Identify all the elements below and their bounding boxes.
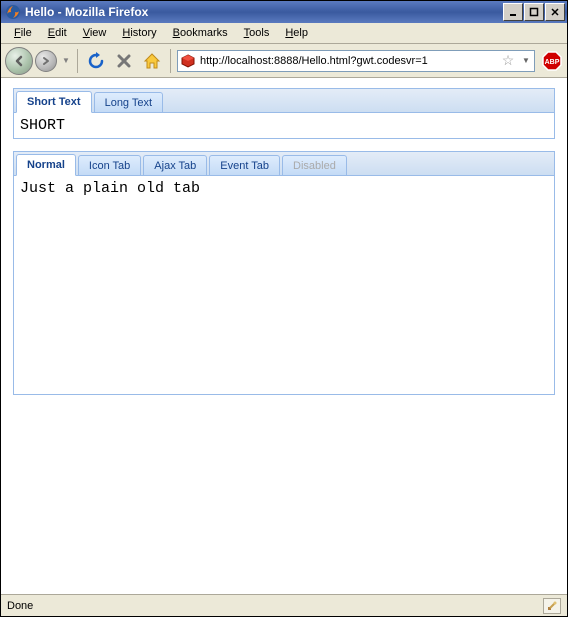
forward-button[interactable] xyxy=(35,50,57,72)
url-text[interactable]: http://localhost:8888/Hello.html?gwt.cod… xyxy=(200,55,496,67)
menubar: File Edit View History Bookmarks Tools H… xyxy=(1,23,567,44)
nav-history-dropdown[interactable]: ▼ xyxy=(61,56,71,65)
maximize-button[interactable] xyxy=(524,3,544,21)
tab-icon[interactable]: Icon Tab xyxy=(78,155,141,175)
menu-help[interactable]: Help xyxy=(278,25,315,41)
window-title: Hello - Mozilla Firefox xyxy=(25,5,502,19)
adblock-icon[interactable]: ABP xyxy=(541,50,563,72)
tab-ajax[interactable]: Ajax Tab xyxy=(143,155,207,175)
menu-history[interactable]: History xyxy=(115,25,163,41)
toolbar-divider xyxy=(77,49,78,73)
navigation-toolbar: ▼ http://localhost:8888/Hello.html?gwt.c… xyxy=(1,44,567,78)
home-button[interactable] xyxy=(140,49,164,73)
tab-long-text[interactable]: Long Text xyxy=(94,92,164,112)
svg-text:ABP: ABP xyxy=(545,59,560,66)
firefox-icon xyxy=(5,4,21,20)
statusbar: Done xyxy=(1,594,567,616)
url-dropdown-icon[interactable]: ▼ xyxy=(520,56,532,65)
status-icon[interactable] xyxy=(543,598,561,614)
toolbar-divider xyxy=(170,49,171,73)
tab-normal[interactable]: Normal xyxy=(16,154,76,176)
tab-short-text[interactable]: Short Text xyxy=(16,91,92,113)
reload-button[interactable] xyxy=(84,49,108,73)
tabstrip-1: Short Text Long Text xyxy=(13,88,555,112)
tabstrip-2: Normal Icon Tab Ajax Tab Event Tab Disab… xyxy=(13,151,555,175)
tab-event[interactable]: Event Tab xyxy=(209,155,280,175)
page-content: Short Text Long Text SHORT Normal Icon T… xyxy=(1,78,567,594)
stop-button[interactable] xyxy=(112,49,136,73)
menu-edit[interactable]: Edit xyxy=(41,25,74,41)
back-button[interactable] xyxy=(5,47,33,75)
tabpanel-1-body: SHORT xyxy=(13,112,555,139)
url-bar[interactable]: http://localhost:8888/Hello.html?gwt.cod… xyxy=(177,50,535,72)
tab-disabled: Disabled xyxy=(282,155,347,175)
menu-bookmarks[interactable]: Bookmarks xyxy=(166,25,235,41)
menu-file[interactable]: File xyxy=(7,25,39,41)
bookmark-star-icon[interactable]: ☆ xyxy=(500,52,516,69)
status-text: Done xyxy=(7,600,543,612)
minimize-button[interactable] xyxy=(503,3,523,21)
tabpanel-2-body: Just a plain old tab xyxy=(13,175,555,395)
menu-tools[interactable]: Tools xyxy=(237,25,277,41)
tabpanel-2: Normal Icon Tab Ajax Tab Event Tab Disab… xyxy=(13,151,555,395)
tabpanel-1: Short Text Long Text SHORT xyxy=(13,88,555,139)
page-favicon xyxy=(180,53,196,69)
close-button[interactable] xyxy=(545,3,565,21)
menu-view[interactable]: View xyxy=(76,25,114,41)
window-titlebar: Hello - Mozilla Firefox xyxy=(1,1,567,23)
